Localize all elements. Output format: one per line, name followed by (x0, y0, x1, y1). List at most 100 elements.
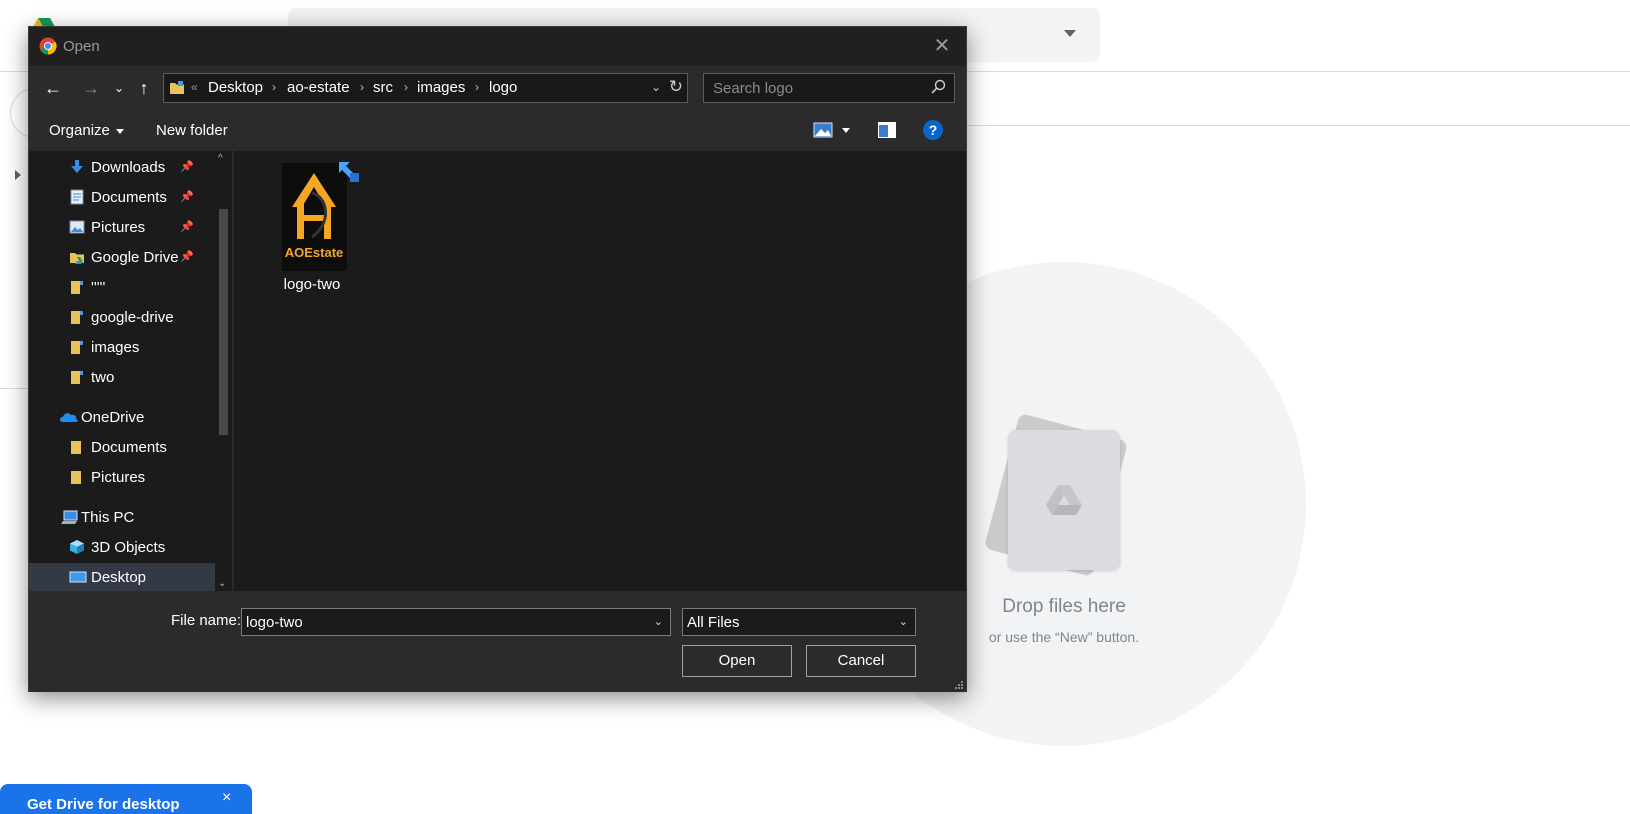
onedrive-icon (60, 413, 78, 422)
navigation-bar: ← → ⌄ ↑ « Desktop › ao-estate › src › im… (29, 66, 966, 111)
file-name-label: File name: (171, 612, 242, 629)
google-drive-icon (70, 253, 84, 264)
sidebar-item-quotes-folder[interactable]: ''''' (29, 273, 215, 301)
file-type-value: All Files (687, 614, 740, 631)
divider (0, 388, 30, 389)
open-file-dialog: Open ✕ ← → ⌄ ↑ « Desktop › ao-estate › s… (28, 26, 967, 692)
search-input[interactable]: Search logo (703, 73, 955, 103)
pin-icon: 📌 (180, 191, 194, 203)
chevron-down-icon[interactable]: ⌄ (654, 615, 663, 628)
breadcrumb-separator-icon[interactable]: › (272, 80, 276, 94)
breadcrumb-separator-icon[interactable]: › (404, 80, 408, 94)
drive-logo-icon (1046, 485, 1082, 515)
sidebar-item-label: Documents (91, 189, 167, 206)
forward-arrow-icon[interactable]: → (79, 76, 103, 100)
file-name-label: logo-two (283, 276, 341, 293)
recent-locations-chevron-icon[interactable]: ⌄ (111, 76, 127, 100)
change-view-icon[interactable] (813, 120, 833, 140)
back-arrow-icon[interactable]: ← (41, 76, 65, 100)
folder-icon (71, 311, 83, 324)
sidebar-item-label: two (91, 369, 115, 386)
folder-icon (71, 471, 81, 484)
navigation-pane-scrollbar[interactable]: ^ ⌄ (215, 151, 232, 591)
sidebar-item-this-pc[interactable]: This PC (29, 503, 215, 531)
chevron-down-icon[interactable]: ⌄ (899, 615, 908, 628)
close-icon[interactable]: × (222, 789, 231, 807)
computer-icon (61, 510, 78, 524)
sidebar-item-label: Desktop (91, 569, 147, 586)
downloads-icon (71, 160, 83, 173)
folder-icon (71, 441, 81, 454)
resize-grip-icon[interactable] (954, 680, 964, 690)
sidebar-item-label: 3D Objects (91, 539, 166, 556)
sidebar-item-label: OneDrive (81, 409, 145, 426)
pin-icon: 📌 (180, 251, 194, 263)
sidebar-item-downloads[interactable]: Downloads 📌 (29, 153, 215, 181)
file-item-logo-two[interactable]: AOEstate logo-two (262, 159, 359, 293)
sidebar-item-two[interactable]: two (29, 363, 215, 391)
3d-objects-icon (70, 540, 84, 554)
breadcrumb-desktop[interactable]: Desktop (208, 79, 263, 96)
sidebar-item-images[interactable]: images (29, 333, 215, 361)
breadcrumb-separator-icon[interactable]: › (360, 80, 364, 94)
sidebar-item-3d-objects[interactable]: 3D Objects (29, 533, 215, 561)
pin-icon: 📌 (180, 161, 194, 173)
up-arrow-icon[interactable]: ↑ (133, 76, 155, 100)
scrollbar-thumb[interactable] (219, 209, 228, 435)
view-options-dropdown-icon[interactable] (842, 128, 850, 133)
address-bar[interactable]: « Desktop › ao-estate › src › images › l… (163, 73, 688, 103)
documents-icon (70, 189, 84, 205)
new-folder-button[interactable]: New folder (156, 122, 228, 139)
file-name-value[interactable]: logo-two (246, 614, 303, 631)
sidebar-item-desktop[interactable]: Desktop (29, 563, 215, 591)
overflow-chevron-icon[interactable]: « (191, 80, 198, 94)
scroll-up-icon[interactable]: ^ (218, 153, 223, 164)
caret-down-icon[interactable] (1064, 30, 1076, 37)
sidebar-item-label: Pictures (91, 219, 146, 236)
sidebar-item-label: Downloads (91, 159, 166, 176)
organize-button[interactable]: Organize (49, 122, 124, 139)
caret-right-icon[interactable] (15, 170, 21, 180)
drop-files-title: Drop files here (1002, 596, 1126, 617)
sidebar-item-onedrive-pictures[interactable]: Pictures (29, 463, 215, 491)
refresh-icon[interactable]: ↻ (669, 77, 683, 97)
search-placeholder: Search logo (713, 80, 794, 97)
file-list-pane[interactable]: AOEstate logo-two (234, 151, 966, 591)
breadcrumb-logo[interactable]: logo (489, 79, 517, 96)
sidebar-item-documents[interactable]: Documents 📌 (29, 183, 215, 211)
preview-pane-icon[interactable] (877, 121, 897, 139)
cancel-button[interactable]: Cancel (806, 645, 916, 677)
pin-icon: 📌 (180, 221, 194, 233)
scroll-down-icon[interactable]: ⌄ (218, 578, 226, 589)
sidebar-item-pictures[interactable]: Pictures 📌 (29, 213, 215, 241)
drive-desktop-promo[interactable]: Get Drive for desktop × (0, 784, 252, 814)
search-icon[interactable] (930, 79, 946, 95)
sidebar-item-google-drive[interactable]: Google Drive 📌 (29, 243, 215, 271)
breadcrumb-src[interactable]: src (373, 79, 393, 96)
navigation-pane: Downloads 📌 Documents 📌 Pictures 📌 Googl… (29, 151, 215, 591)
sidebar-item-google-drive-folder[interactable]: google-drive (29, 303, 215, 331)
breadcrumb-ao-estate[interactable]: ao-estate (287, 79, 350, 96)
dialog-footer: File name: logo-two ⌄ All Files ⌄ Open C… (29, 591, 966, 692)
file-type-select[interactable]: All Files ⌄ (682, 608, 916, 636)
promo-text[interactable]: Get Drive for desktop (27, 796, 180, 813)
sidebar-item-label: This PC (81, 509, 135, 526)
close-icon[interactable]: ✕ (928, 33, 956, 59)
address-dropdown-icon[interactable]: ⌄ (651, 80, 661, 94)
help-icon[interactable]: ? (923, 120, 943, 140)
command-bar: Organize New folder ? (29, 111, 966, 151)
pictures-icon (69, 220, 85, 234)
sidebar-item-label: google-drive (91, 309, 174, 326)
organize-label: Organize (49, 122, 110, 139)
file-name-input[interactable]: logo-two ⌄ (241, 608, 671, 636)
sidebar-item-label: Documents (91, 439, 167, 456)
sidebar-item-label: Google Drive (91, 249, 179, 266)
open-button[interactable]: Open (682, 645, 792, 677)
breadcrumb-separator-icon[interactable]: › (475, 80, 479, 94)
breadcrumb-images[interactable]: images (417, 79, 465, 96)
shortcut-arrow-icon (339, 162, 359, 182)
dialog-title-bar[interactable]: Open ✕ (29, 27, 966, 66)
chrome-icon (39, 37, 57, 55)
sidebar-item-onedrive[interactable]: OneDrive (29, 403, 215, 431)
sidebar-item-onedrive-documents[interactable]: Documents (29, 433, 215, 461)
